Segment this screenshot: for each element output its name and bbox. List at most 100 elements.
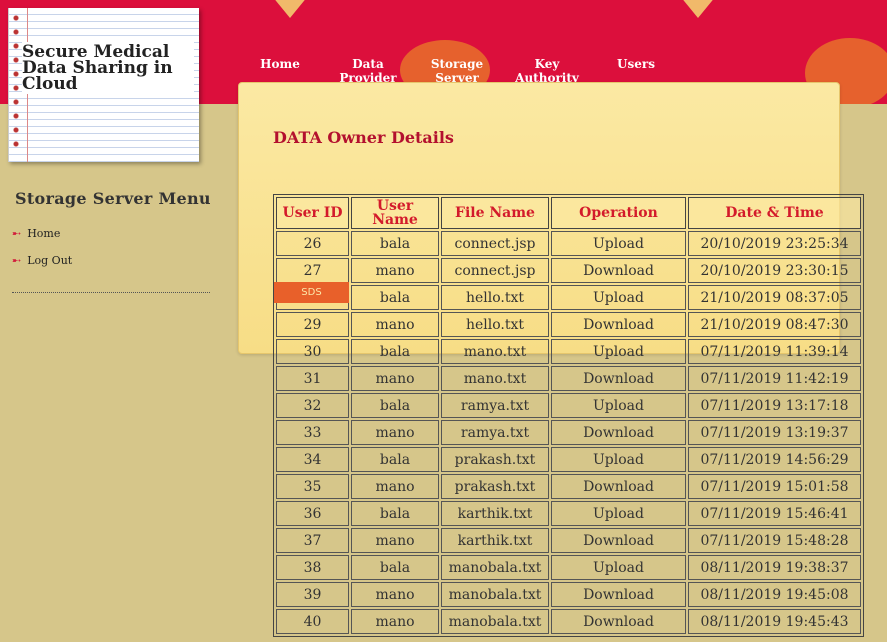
table-cell: connect.jsp — [441, 258, 549, 283]
logo-line: Cloud — [22, 74, 78, 94]
column-header: User ID — [276, 197, 349, 229]
table-cell: manobala.txt — [441, 582, 549, 607]
table-cell: bala — [351, 447, 439, 472]
table-cell: Download — [551, 258, 686, 283]
table-cell: hello.txt — [441, 285, 549, 310]
table-cell: 34 — [276, 447, 349, 472]
table-cell: bala — [351, 393, 439, 418]
table-cell: 40 — [276, 609, 349, 634]
table-cell: Upload — [551, 447, 686, 472]
table-cell: 39 — [276, 582, 349, 607]
table-row: 39 mano manobala.txt Download 08/11/2019 19:… — [276, 582, 861, 607]
table-cell: mano — [351, 582, 439, 607]
arrow-bullet-icon: ➸ — [12, 227, 22, 240]
table-cell: 07/11/2019 14:56:29 — [688, 447, 861, 472]
sidebar-item-label: Home — [27, 227, 61, 240]
table-row: 30 bala mano.txt Upload 07/11/2019 11:39:14 — [276, 339, 861, 364]
table-cell: 36 — [276, 501, 349, 526]
table-cell: 32 — [276, 393, 349, 418]
table-cell: bala — [351, 285, 439, 310]
table-cell: 33 — [276, 420, 349, 445]
table-cell: Download — [551, 312, 686, 337]
table-cell: 30 — [276, 339, 349, 364]
table-row: 37 mano karthik.txt Download 07/11/2019 15:4… — [276, 528, 861, 553]
table-cell: mano — [351, 420, 439, 445]
table-row: 28balahello.txtUpload21/10/2019 08:37:05 — [276, 285, 861, 310]
table-row: 32 bala ramya.txt Upload 07/11/2019 13:17:18 — [276, 393, 861, 418]
table-cell: bala — [351, 339, 439, 364]
table-cell: 07/11/2019 15:46:41 — [688, 501, 861, 526]
table-cell: Upload — [551, 231, 686, 256]
sds-tab[interactable]: SDS — [274, 282, 349, 303]
table-cell: ramya.txt — [441, 393, 549, 418]
table-cell: 26 — [276, 231, 349, 256]
table-cell: Upload — [551, 555, 686, 580]
table-cell: 07/11/2019 15:01:58 — [688, 474, 861, 499]
nav-users[interactable]: Users — [614, 57, 658, 71]
table-cell: 27 — [276, 258, 349, 283]
table-cell: prakash.txt — [441, 474, 549, 499]
table-cell: bala — [351, 555, 439, 580]
table-cell: 21/10/2019 08:37:05 — [688, 285, 861, 310]
table-cell: karthik.txt — [441, 501, 549, 526]
star-decoration-icon — [272, 0, 308, 18]
table-cell: Download — [551, 582, 686, 607]
table-cell: hello.txt — [441, 312, 549, 337]
table-cell: Download — [551, 366, 686, 391]
column-header: File Name — [441, 197, 549, 229]
table-cell: mano.txt — [441, 339, 549, 364]
table-row: 40 mano manobala.txt Download 08/11/2019 19:… — [276, 609, 861, 634]
table-row: 34 bala prakash.txt Upload 07/11/2019 14:56:… — [276, 447, 861, 472]
table-cell: 08/11/2019 19:45:43 — [688, 609, 861, 634]
table-cell: mano — [351, 312, 439, 337]
table-cell: 08/11/2019 19:45:08 — [688, 582, 861, 607]
table-cell: bala — [351, 501, 439, 526]
nav-data-provider[interactable]: Data Provider — [324, 57, 412, 85]
table-cell: 07/11/2019 15:48:28 — [688, 528, 861, 553]
table-cell: connect.jsp — [441, 231, 549, 256]
table-cell: prakash.txt — [441, 447, 549, 472]
table-cell: 38 — [276, 555, 349, 580]
sidebar-item-logout[interactable]: ➸ Log Out — [12, 254, 72, 267]
table-cell: ramya.txt — [441, 420, 549, 445]
table-cell: mano — [351, 609, 439, 634]
table-cell: Upload — [551, 393, 686, 418]
page-title: DATA Owner Details — [273, 128, 454, 147]
sidebar-item-label: Log Out — [27, 254, 73, 267]
arrow-bullet-icon: ➸ — [12, 254, 22, 267]
sidebar-title: Storage Server Menu — [15, 189, 211, 208]
table-cell: bala — [351, 231, 439, 256]
table-cell: Upload — [551, 285, 686, 310]
star-decoration-icon — [680, 0, 716, 18]
table-cell: manobala.txt — [441, 609, 549, 634]
sidebar-divider — [12, 292, 210, 293]
column-header: User Name — [351, 197, 439, 229]
data-owner-table: User ID User Name File Name Operation Da… — [273, 194, 864, 637]
sidebar-item-home[interactable]: ➸ Home — [12, 227, 60, 240]
table-header-row: User ID User Name File Name Operation Da… — [276, 197, 861, 229]
binder-holes — [12, 14, 20, 154]
table-cell: 07/11/2019 13:17:18 — [688, 393, 861, 418]
table-row: 29 mano hello.txt Download 21/10/2019 08:47:… — [276, 312, 861, 337]
table-cell: Download — [551, 420, 686, 445]
table-cell: 37 — [276, 528, 349, 553]
table-cell: Download — [551, 609, 686, 634]
table-cell: mano — [351, 366, 439, 391]
table-cell: Download — [551, 474, 686, 499]
table-cell: 20/10/2019 23:30:15 — [688, 258, 861, 283]
table-cell: karthik.txt — [441, 528, 549, 553]
table-row: 38 bala manobala.txt Upload 08/11/2019 19:38… — [276, 555, 861, 580]
table-cell: 07/11/2019 11:42:19 — [688, 366, 861, 391]
nav-home[interactable]: Home — [260, 57, 300, 71]
nav-key-authority[interactable]: Key Authority — [502, 57, 592, 85]
column-header: Operation — [551, 197, 686, 229]
table-cell: mano — [351, 258, 439, 283]
table-cell: mano — [351, 528, 439, 553]
nav-storage-server[interactable]: Storage Server — [430, 57, 484, 85]
table-row: 33 mano ramya.txt Download 07/11/2019 13:19:… — [276, 420, 861, 445]
table-cell: mano — [351, 474, 439, 499]
table-cell: 07/11/2019 11:39:14 — [688, 339, 861, 364]
table-row: 35 mano prakash.txt Download 07/11/2019 15:0… — [276, 474, 861, 499]
site-logo-title: Secure Medical Data Sharing in Cloud — [22, 42, 194, 94]
table-row: 27 mano connect.jsp Download 20/10/2019 23:3… — [276, 258, 861, 283]
